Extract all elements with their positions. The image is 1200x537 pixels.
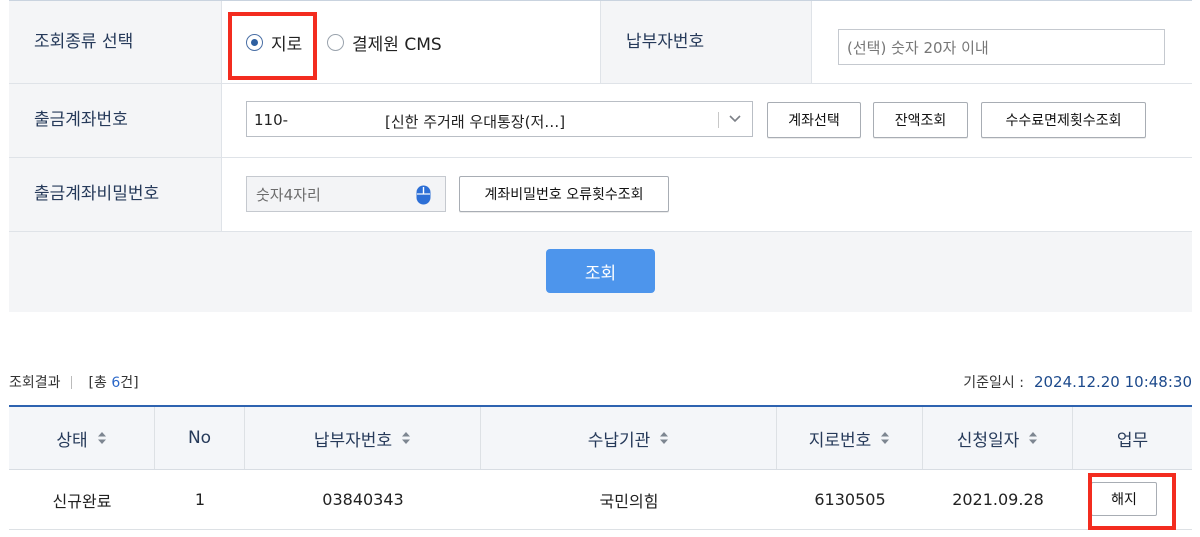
col-no: No [155, 407, 245, 469]
highlight-box [228, 12, 317, 80]
radio-cms-label[interactable]: 결제원 CMS [352, 30, 442, 55]
col-payer-no-label: 납부자번호 [313, 430, 393, 451]
password-placeholder: 숫자4자리 [256, 185, 321, 204]
inquiry-type-label: 조회종류 선택 [9, 1, 222, 83]
col-date[interactable]: 신청일자 [923, 407, 1073, 469]
col-giro-no-label: 지로번호 [808, 430, 872, 451]
sort-icon[interactable] [880, 431, 890, 445]
fee-exempt-button[interactable]: 수수료면제횟수조회 [981, 102, 1146, 138]
payer-number-input[interactable]: (선택) 숫자 20자 이내 [838, 29, 1165, 65]
table-row: 신규완료 1 03840343 국민의힘 6130505 2021.09.28 [9, 470, 1192, 530]
col-org-label: 수납기관 [587, 430, 651, 451]
count-value: 6 [111, 375, 121, 391]
account-number: 110- [254, 111, 289, 129]
count-prefix: [총 [88, 375, 112, 391]
row-inquiry-type: 조회종류 선택 지로 결제원 CMS 납부자번호 (선택) 숫자 20자 이내 [9, 1, 1192, 84]
col-payer-no[interactable]: 납부자번호 [245, 407, 481, 469]
cell-payer-no: 03840343 [322, 490, 404, 509]
password-input[interactable]: 숫자4자리 [246, 176, 446, 212]
col-org[interactable]: 수납기관 [481, 407, 777, 469]
radio-cms[interactable]: 결제원 CMS [327, 1, 442, 84]
highlight-box [1088, 473, 1176, 530]
col-status-label: 상태 [56, 430, 88, 451]
cell-no: 1 [194, 490, 206, 509]
results-label: 조회결과 [9, 375, 61, 391]
pw-error-count-button[interactable]: 계좌비밀번호 오류횟수조회 [459, 176, 669, 212]
col-action-label: 업무 [1116, 430, 1149, 451]
sort-icon[interactable] [659, 431, 669, 445]
col-giro-no[interactable]: 지로번호 [777, 407, 923, 469]
account-name: [신한 주거래 우대통장(저…] [385, 113, 566, 131]
col-status[interactable]: 상태 [9, 407, 155, 469]
results-table: 상태 No 납부자번호 수납기관 지로번호 신청일자 업무 신규완료 1 038… [9, 405, 1192, 530]
balance-button[interactable]: 잔액조회 [873, 102, 968, 138]
cell-status: 신규완료 [52, 491, 112, 511]
sort-icon[interactable] [401, 431, 411, 445]
sort-icon[interactable] [97, 431, 107, 445]
results-count: [총 6건] [89, 372, 139, 392]
account-label: 출금계좌번호 [9, 84, 222, 157]
count-suffix: 건] [120, 375, 139, 391]
password-label: 출금계좌비밀번호 [9, 158, 222, 231]
select-divider [718, 112, 719, 128]
cell-org: 국민의힘 [599, 491, 659, 511]
cell-date: 2021.09.28 [952, 490, 1044, 509]
col-no-label: No [187, 428, 212, 448]
cell-giro-no: 6130505 [814, 490, 886, 509]
payer-number-label: 납부자번호 [600, 1, 812, 83]
divider [70, 375, 72, 389]
select-account-button[interactable]: 계좌선택 [767, 102, 861, 138]
chevron-down-icon[interactable] [726, 109, 744, 127]
col-action: 업무 [1073, 407, 1192, 469]
base-date-label: 기준일시 : [963, 375, 1024, 391]
mouse-icon[interactable] [416, 185, 431, 205]
table-header: 상태 No 납부자번호 수납기관 지로번호 신청일자 업무 [9, 407, 1192, 470]
sort-icon[interactable] [1028, 431, 1038, 445]
account-select[interactable]: 110- [신한 주거래 우대통장(저…] [246, 101, 753, 137]
search-button[interactable]: 조회 [546, 249, 655, 293]
base-date: 2024.12.20 10:48:30 [1033, 373, 1192, 391]
results-header: 조회결과 [총 6건] 기준일시 : 2024.12.20 10:48:30 [9, 372, 1192, 392]
col-date-label: 신청일자 [956, 430, 1020, 451]
radio-cms-circle[interactable] [327, 34, 344, 51]
